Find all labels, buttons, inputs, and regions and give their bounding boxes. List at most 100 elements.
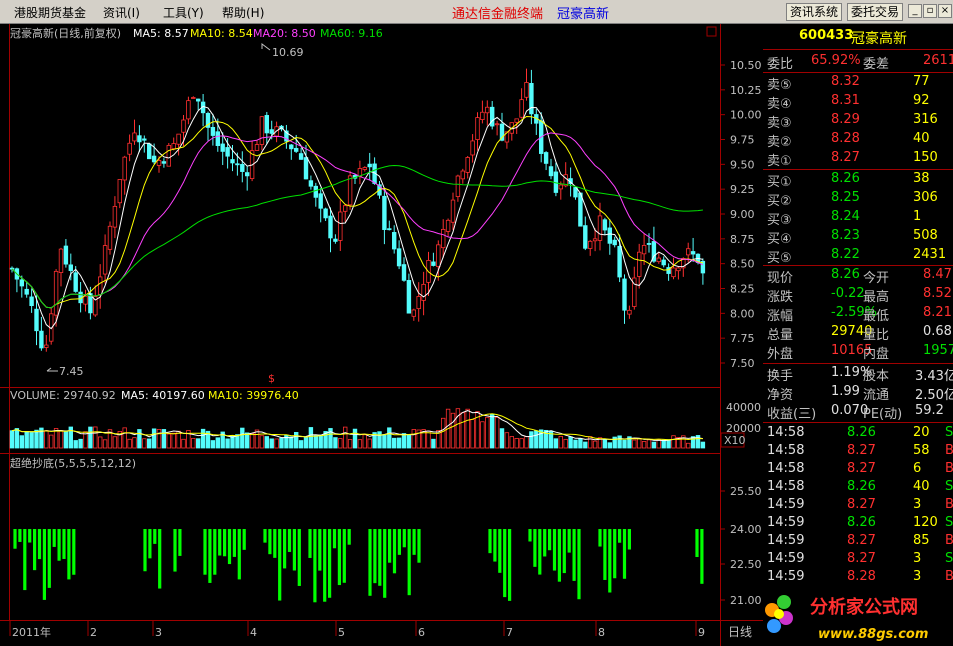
indicator-bar [28,529,32,543]
volume-bar [671,435,676,449]
candle-body [406,280,412,314]
candle-body [460,170,465,180]
candle-body [646,243,652,245]
volume-bar [338,438,343,449]
tick-row[interactable]: 14:58 8.27 58 B [763,443,953,461]
info-system-button[interactable]: 资讯系统 [786,3,843,21]
indicator-bar [543,529,547,557]
menu-tools[interactable]: 工具(Y) [163,4,204,21]
tick-price: 8.26 [847,479,876,494]
tick-row[interactable]: 14:59 8.27 3 B [763,497,953,515]
menu-help[interactable]: 帮助(H) [222,4,264,21]
fundamental-row[interactable]: 净资 1.99 流通 2.50亿 [763,384,953,403]
volume-bar [489,413,495,449]
volume-bar [357,439,363,449]
volume-bar [244,432,250,449]
volume-bar [426,430,431,449]
stat-row[interactable]: 涨跌 -0.22 最高 8.52 [763,286,953,305]
tick-row[interactable]: 14:59 8.28 3 B [763,569,953,587]
indicator-bar [18,529,22,542]
volume-bar [607,442,612,449]
candle-body [73,272,78,292]
stat-row[interactable]: 总量 29740 量比 0.68 [763,324,953,343]
restore-icon[interactable]: ▫ [923,4,937,18]
date-label: 4 [250,626,257,639]
close-icon[interactable]: × [938,4,952,18]
tick-row[interactable]: 14:58 8.26 40 S [763,479,953,497]
tick-row[interactable]: 14:58 8.27 6 B [763,461,953,479]
volume-bar [93,426,98,449]
indicator-title: 超绝抄底(5,5,5,5,12,12) [10,456,136,470]
price-tick: 8.75 [730,233,755,246]
volume-ma-line [11,410,703,442]
buy-level-row[interactable]: 买② 8.25 306 [763,190,953,209]
candle-body [382,195,387,230]
candle-body [641,245,647,255]
tick-row[interactable]: 14:58 8.26 20 S [763,425,953,443]
tick-row[interactable]: 14:59 8.27 85 B [763,533,953,551]
stat-row[interactable]: 涨幅 -2.59% 最低 8.21 [763,305,953,324]
promo-link[interactable]: 通达信金融终端 [452,3,543,22]
volume-bar [127,438,132,449]
main-chart-title: 冠豪高新(日线,前复权) [10,26,121,40]
volume-bar [34,429,39,449]
buy-level-row[interactable]: 买① 8.26 38 [763,171,953,190]
chart-area[interactable]: 冠豪高新(日线,前复权) MA5: 8.57 MA10: 8.54 MA20: … [0,24,763,646]
candle-body [102,245,108,275]
indicator-bar [52,529,56,547]
stock-name-link[interactable]: 冠豪高新 [557,3,609,22]
order-price: 8.26 [831,171,860,186]
buy-level-row[interactable]: 买⑤ 8.22 2431 [763,247,953,266]
price-tick: 10.50 [730,59,762,72]
volume-bar [558,436,563,449]
indicator-bar [178,529,182,556]
candle-body [24,288,29,295]
indicator-bar [57,529,61,561]
buy-level-row[interactable]: 买③ 8.24 1 [763,209,953,228]
menu-info[interactable]: 资讯(I) [103,4,140,21]
volume-bar [686,442,691,449]
period-label[interactable]: 日线 [728,625,752,639]
indicator-bar [203,529,207,575]
stat-row[interactable]: 现价 8.26 今开 8.47 [763,267,953,286]
minimize-icon[interactable]: _ [908,4,922,18]
volume-bar [578,438,583,449]
volume-bar [254,429,260,449]
volume-bar [494,416,500,449]
sell-level-row[interactable]: 卖② 8.28 40 [763,131,953,150]
sell-level-row[interactable]: 卖③ 8.29 316 [763,112,953,131]
ma20-label: MA20: 8.50 [253,27,316,40]
sell-level-row[interactable]: 卖① 8.27 150 [763,150,953,169]
menu-bar: 港股期货基金 资讯(I) 工具(Y) 帮助(H) 通达信金融终端 冠豪高新 资讯… [0,0,953,24]
tick-volume: 20 [913,425,930,440]
indicator-bar [503,529,507,598]
order-label: 买① [767,175,792,190]
volume-bar [592,440,598,449]
indicator-bar [392,529,397,574]
volume-bar [465,408,470,449]
stat-row[interactable]: 外盘10165内盘19575 [763,343,953,362]
buy-level-row[interactable]: 买④ 8.23 508 [763,228,953,247]
volume-bar [480,421,485,449]
candle-body [259,116,265,145]
candle-body [83,295,88,305]
volume-bar [112,436,118,449]
fundamental-row[interactable]: 收益(三) 0.070 PE(动) 59.2 [763,403,953,422]
volume-bar [519,438,524,449]
stat-value: 8.26 [831,267,860,282]
sell-level-row[interactable]: 卖④ 8.31 92 [763,93,953,112]
order-price: 8.24 [831,209,860,224]
volume-bar [347,439,353,449]
fundamental-row[interactable]: 换手 1.19% 股本 3.43亿 [763,365,953,384]
tick-row[interactable]: 14:59 8.26 120 S [763,515,953,533]
tick-row[interactable]: 14:59 8.27 3 S [763,551,953,569]
menu-markets[interactable]: 港股期货基金 [14,4,86,21]
chart-expand-icon[interactable] [706,26,717,37]
volume-bar [181,438,186,449]
sell-level-row[interactable]: 卖⑤ 8.32 77 [763,74,953,93]
stat-label: 量比 [863,328,890,343]
candle-body [254,144,260,151]
dividend-marker[interactable]: $ [268,372,275,385]
tick-side: B [945,443,953,458]
trade-button[interactable]: 委托交易 [847,3,904,21]
